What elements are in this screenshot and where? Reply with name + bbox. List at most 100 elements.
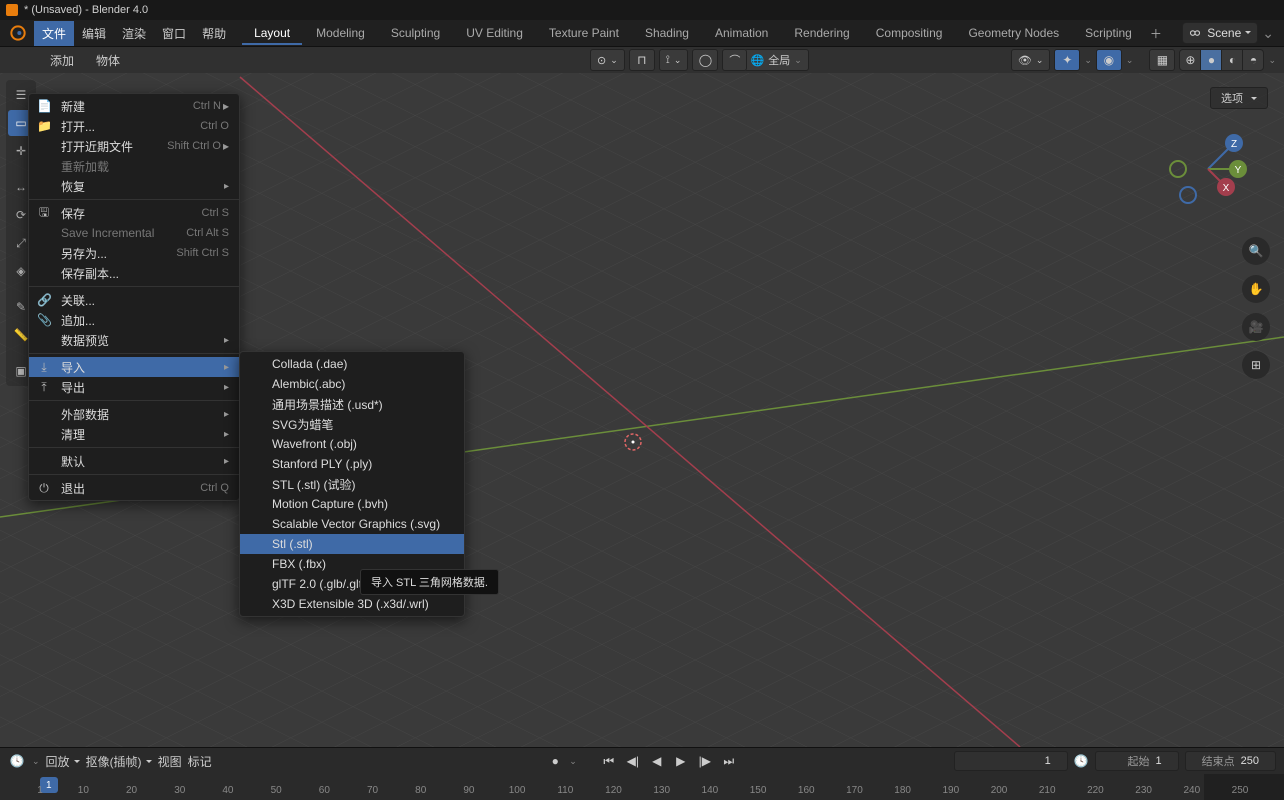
file-menu-item-3[interactable]: 重新加载 bbox=[29, 156, 239, 176]
gizmo-toggle[interactable]: ✦ bbox=[1054, 49, 1080, 71]
import-menu-item-3[interactable]: SVG为蜡笔 bbox=[240, 414, 464, 434]
file-menu-item-23[interactable]: ⏻退出Ctrl Q bbox=[29, 478, 239, 498]
import-menu-item-5[interactable]: Stanford PLY (.ply) bbox=[240, 454, 464, 474]
file-menu-item-18[interactable]: 外部数据▸ bbox=[29, 404, 239, 424]
file-menu-item-15[interactable]: ⤓导入▸ bbox=[29, 357, 239, 377]
tick-240: 240 bbox=[1183, 785, 1200, 796]
import-menu-item-7[interactable]: Motion Capture (.bvh) bbox=[240, 494, 464, 514]
play-button[interactable]: ▶ bbox=[671, 751, 691, 771]
file-menu-item-0[interactable]: 📄新建Ctrl N▸ bbox=[29, 96, 239, 116]
tick-130: 130 bbox=[653, 785, 670, 796]
pan-button[interactable]: ✋ bbox=[1242, 275, 1270, 303]
proportional-edit-toggle[interactable]: ◯ bbox=[692, 49, 718, 71]
current-frame-field[interactable]: 1 bbox=[954, 751, 1068, 771]
tab-shading[interactable]: Shading bbox=[633, 21, 701, 45]
navigation-gizmo[interactable]: Z Y X bbox=[1166, 127, 1250, 211]
import-menu-item-6[interactable]: STL (.stl) (试验) bbox=[240, 474, 464, 494]
file-menu-item-9[interactable]: 保存副本... bbox=[29, 263, 239, 283]
tab-texture-paint[interactable]: Texture Paint bbox=[537, 21, 631, 45]
rendered-shading[interactable]: ◓ bbox=[1242, 50, 1263, 70]
file-menu-item-19[interactable]: 清理▸ bbox=[29, 424, 239, 444]
file-menu-item-2[interactable]: 打开近期文件Shift Ctrl O▸ bbox=[29, 136, 239, 156]
import-menu-item-2[interactable]: 通用场景描述 (.usd*) bbox=[240, 394, 464, 414]
play-reverse-button[interactable]: ◀ bbox=[647, 751, 667, 771]
visibility-dropdown[interactable]: 👁⌄ bbox=[1011, 49, 1051, 71]
eye-icon: 👁 bbox=[1018, 54, 1032, 67]
material-shading[interactable]: ◐ bbox=[1221, 50, 1242, 70]
tab-compositing[interactable]: Compositing bbox=[864, 21, 955, 45]
file-menu-item-12[interactable]: 📎追加... bbox=[29, 310, 239, 330]
jump-to-start-button[interactable]: ⏮ bbox=[599, 751, 619, 771]
tick-10: 10 bbox=[78, 785, 89, 796]
import-menu-item-1[interactable]: Alembic(.abc) bbox=[240, 374, 464, 394]
timeline-editor-type[interactable]: 🕓 bbox=[8, 754, 26, 768]
file-menu-item-21[interactable]: 默认▸ bbox=[29, 451, 239, 471]
use-preview-range[interactable]: 🕓 bbox=[1074, 754, 1089, 768]
tick-90: 90 bbox=[463, 785, 474, 796]
zoom-button[interactable]: 🔍 bbox=[1242, 237, 1270, 265]
pivot-dropdown[interactable]: ⊙⌄ bbox=[590, 49, 625, 71]
tab-modeling[interactable]: Modeling bbox=[304, 21, 377, 45]
tab-rendering[interactable]: Rendering bbox=[782, 21, 861, 45]
jump-to-end-button[interactable]: ⏭ bbox=[719, 751, 739, 771]
menu-窗口[interactable]: 窗口 bbox=[154, 21, 194, 46]
file-menu-item-13[interactable]: 数据预览▸ bbox=[29, 330, 239, 350]
timeline-playback-menu[interactable]: 回放 bbox=[46, 753, 80, 770]
scene-dropdown[interactable]: Scene bbox=[1182, 22, 1258, 44]
timeline-view-menu[interactable]: 视图 bbox=[158, 753, 182, 770]
tab-scripting[interactable]: Scripting bbox=[1073, 21, 1144, 45]
file-menu-item-6[interactable]: 🖫保存Ctrl S bbox=[29, 203, 239, 223]
camera-view-button[interactable]: 🎥 bbox=[1242, 313, 1270, 341]
timeline-ruler[interactable]: 1 11020304050607080901001101201301401501… bbox=[0, 774, 1284, 800]
file-menu-item-11[interactable]: 🔗关联... bbox=[29, 290, 239, 310]
falloff-curve-dropdown[interactable]: ⌒ bbox=[722, 49, 747, 71]
snap-dropdown[interactable]: ⟟⌄ bbox=[659, 49, 689, 71]
xray-toggle[interactable]: ▦ bbox=[1149, 49, 1175, 71]
tab-geometry-nodes[interactable]: Geometry Nodes bbox=[956, 21, 1071, 45]
import-menu-item-4[interactable]: Wavefront (.obj) bbox=[240, 434, 464, 454]
object-menu[interactable]: 物体 bbox=[86, 52, 130, 69]
tick-50: 50 bbox=[271, 785, 282, 796]
file-menu-item-16[interactable]: ⤒导出▸ bbox=[29, 377, 239, 397]
timeline-keying-menu[interactable]: 抠像(插帧) bbox=[86, 753, 152, 770]
jump-prev-keyframe-button[interactable]: ◀| bbox=[623, 751, 643, 771]
ortho-toggle-button[interactable]: ⊞ bbox=[1242, 351, 1270, 379]
file-menu-item-1[interactable]: 📁打开...Ctrl O bbox=[29, 116, 239, 136]
menu-文件[interactable]: 文件 bbox=[34, 21, 74, 46]
circle-icon: ◯ bbox=[699, 53, 712, 67]
import-menu-item-9[interactable]: Stl (.stl) bbox=[240, 534, 464, 554]
overlays-toggle[interactable]: ◉ bbox=[1096, 49, 1122, 71]
solid-icon: ● bbox=[1208, 53, 1215, 67]
end-frame-field[interactable]: 结束点250 bbox=[1185, 751, 1276, 771]
wireframe-shading[interactable]: ⊕ bbox=[1180, 50, 1200, 70]
tab-uv-editing[interactable]: UV Editing bbox=[454, 21, 535, 45]
start-frame-field[interactable]: 起始1 bbox=[1095, 751, 1179, 771]
menu-帮助[interactable]: 帮助 bbox=[194, 21, 234, 46]
autokey-toggle[interactable]: ● bbox=[545, 751, 565, 771]
tick-180: 180 bbox=[894, 785, 911, 796]
browse-scenes-icon[interactable]: ⌄ bbox=[1262, 25, 1274, 42]
snap-toggle[interactable]: ⊓ bbox=[629, 49, 655, 71]
menu-编辑[interactable]: 编辑 bbox=[74, 21, 114, 46]
file-menu-item-8[interactable]: 另存为...Shift Ctrl S bbox=[29, 243, 239, 263]
timeline-marker-menu[interactable]: 标记 bbox=[188, 753, 212, 770]
jump-next-keyframe-button[interactable]: |▶ bbox=[695, 751, 715, 771]
import-menu-item-12[interactable]: X3D Extensible 3D (.x3d/.wrl) bbox=[240, 594, 464, 614]
tab-sculpting[interactable]: Sculpting bbox=[379, 21, 452, 45]
viewport-options-button[interactable]: 选项 bbox=[1210, 87, 1268, 109]
file-menu-item-4[interactable]: 恢复▸ bbox=[29, 176, 239, 196]
add-workspace-button[interactable]: ＋ bbox=[1144, 21, 1168, 46]
import-menu-item-8[interactable]: Scalable Vector Graphics (.svg) bbox=[240, 514, 464, 534]
file-menu-item-7[interactable]: Save IncrementalCtrl Alt S bbox=[29, 223, 239, 243]
menu-渲染[interactable]: 渲染 bbox=[114, 21, 154, 46]
add-menu[interactable]: 添加 bbox=[40, 52, 84, 69]
import-menu-item-0[interactable]: Collada (.dae) bbox=[240, 354, 464, 374]
tick-40: 40 bbox=[222, 785, 233, 796]
xray-icon: ▦ bbox=[1157, 53, 1168, 67]
tab-layout[interactable]: Layout bbox=[242, 21, 302, 45]
tick-150: 150 bbox=[750, 785, 767, 796]
tick-250: 250 bbox=[1232, 785, 1249, 796]
tab-animation[interactable]: Animation bbox=[703, 21, 780, 45]
blender-icon[interactable] bbox=[8, 23, 28, 43]
solid-shading[interactable]: ● bbox=[1200, 50, 1221, 70]
